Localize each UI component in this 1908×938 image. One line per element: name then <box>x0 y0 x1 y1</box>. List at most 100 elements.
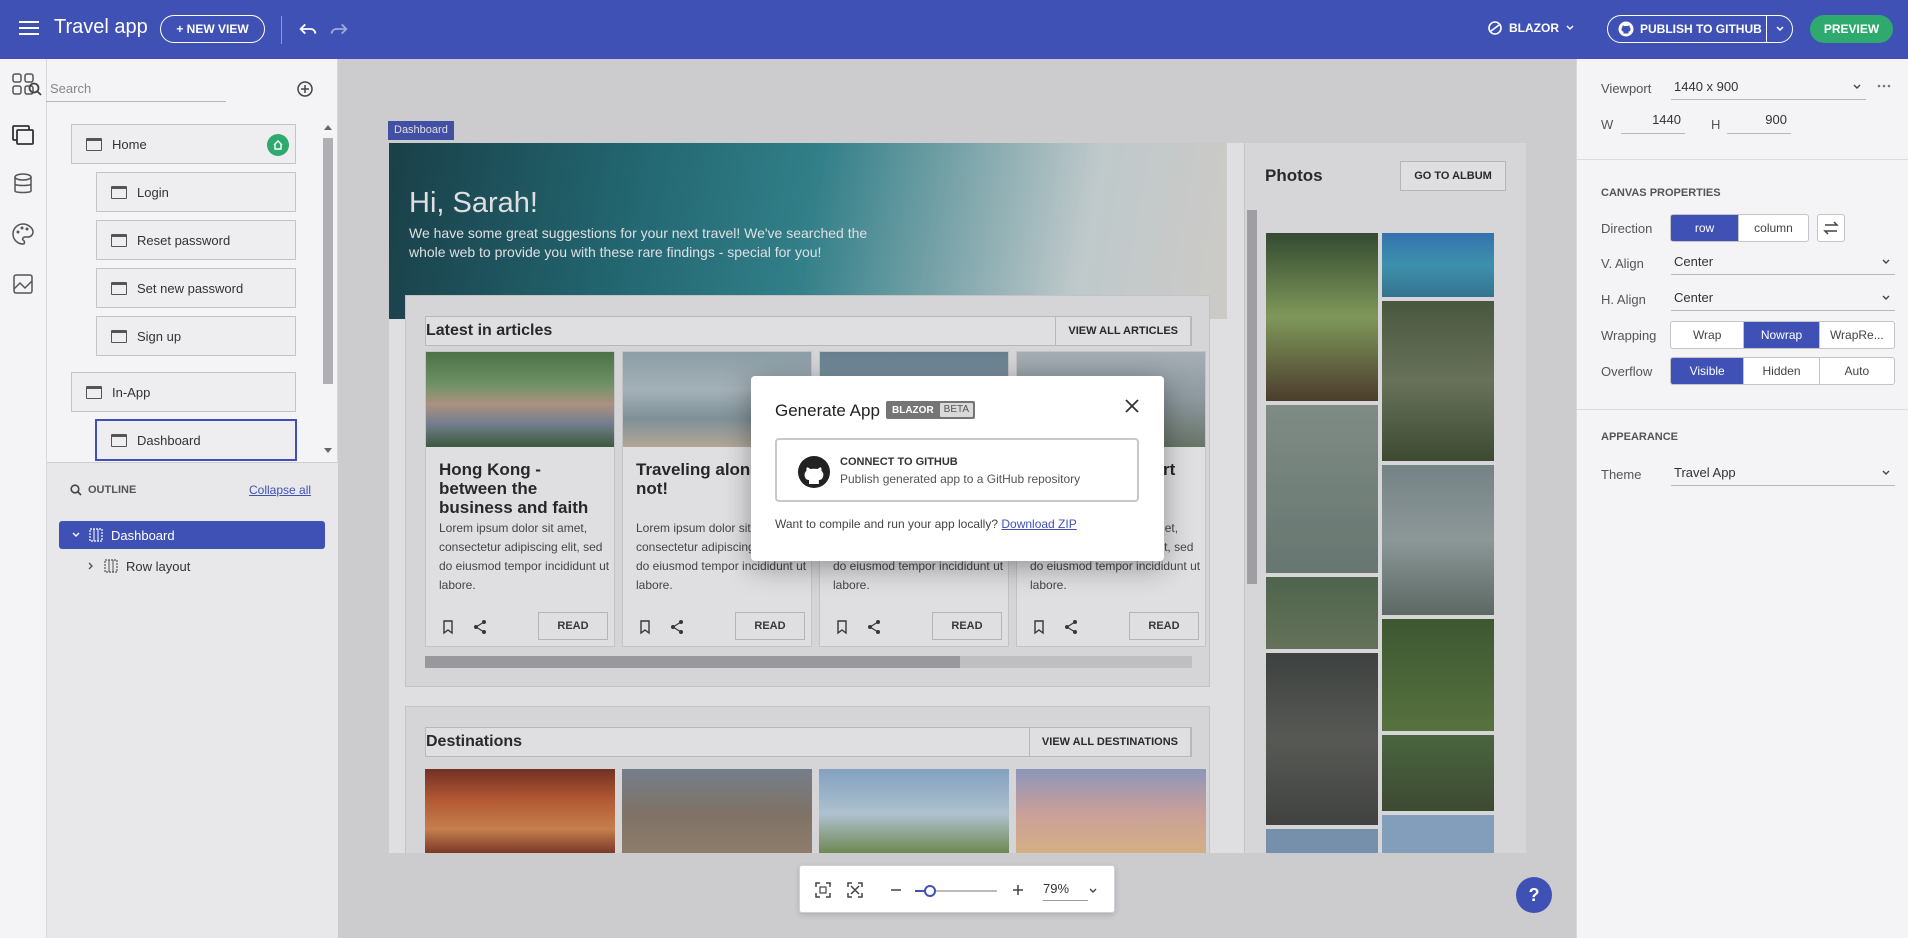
assets-icon[interactable] <box>10 271 36 297</box>
publish-button-group: PUBLISH TO GITHUB <box>1607 15 1793 43</box>
photo-tile[interactable] <box>1382 233 1494 297</box>
preview-button[interactable]: PREVIEW <box>1810 15 1893 43</box>
more-icon[interactable] <box>1876 83 1892 89</box>
destination-image[interactable] <box>819 769 1009 853</box>
view-all-articles-button[interactable]: VIEW ALL ARTICLES <box>1055 316 1191 346</box>
expand-icon[interactable] <box>845 880 865 900</box>
overflow-hidden-option[interactable]: Hidden <box>1744 358 1820 384</box>
github-icon <box>1618 21 1634 37</box>
publish-dropdown-button[interactable] <box>1766 16 1792 42</box>
page-item-set-new-password[interactable]: Set new password <box>96 268 296 308</box>
close-icon[interactable] <box>1121 395 1143 417</box>
connect-to-github-option[interactable]: CONNECT TO GITHUB Publish generated app … <box>775 438 1139 502</box>
pages-icon[interactable] <box>10 121 36 147</box>
page-item-label: Reset password <box>137 232 231 248</box>
redo-icon[interactable] <box>328 18 350 40</box>
share-icon[interactable] <box>472 619 488 635</box>
photo-tile[interactable] <box>1382 619 1494 731</box>
chevron-down-icon <box>1882 295 1890 300</box>
overflow-auto-option[interactable]: Auto <box>1820 358 1894 384</box>
outline-item-row-layout[interactable]: Row layout <box>86 553 190 579</box>
chevron-right-icon[interactable] <box>86 561 96 571</box>
nowrap-option[interactable]: Nowrap <box>1744 322 1820 348</box>
view-all-destinations-button[interactable]: VIEW ALL DESTINATIONS <box>1028 727 1191 757</box>
valign-select[interactable]: Center <box>1671 251 1895 275</box>
pages-scrollbar[interactable] <box>322 122 334 456</box>
swap-direction-button[interactable] <box>1817 214 1845 242</box>
destination-image[interactable] <box>622 769 812 853</box>
articles-scrollbar[interactable] <box>425 656 1192 668</box>
overflow-visible-option[interactable]: Visible <box>1671 358 1745 384</box>
photo-tile[interactable] <box>1266 577 1378 649</box>
bookmark-icon[interactable] <box>834 619 850 635</box>
page-item-login[interactable]: Login <box>96 172 296 212</box>
page-item-sign-up[interactable]: Sign up <box>96 316 296 356</box>
menu-icon[interactable] <box>17 17 41 41</box>
chevron-down-icon[interactable] <box>71 530 81 540</box>
width-input[interactable]: 1440 <box>1621 112 1685 134</box>
photo-tile[interactable] <box>1266 405 1378 573</box>
canvas-properties-heading: CANVAS PROPERTIES <box>1601 187 1721 199</box>
destination-image[interactable] <box>1016 769 1206 853</box>
direction-row-option[interactable]: row <box>1671 215 1740 241</box>
photo-tile[interactable] <box>1266 653 1378 825</box>
destinations-section: Destinations VIEW ALL DESTINATIONS <box>405 706 1210 853</box>
go-to-album-button[interactable]: GO TO ALBUM <box>1400 161 1506 191</box>
wrap-option[interactable]: Wrap <box>1671 322 1745 348</box>
photo-tile[interactable] <box>1382 301 1494 461</box>
chevron-down-icon <box>1566 25 1574 31</box>
outline-item-dashboard[interactable]: Dashboard <box>59 521 325 549</box>
framework-label: BLAZOR <box>1509 21 1559 35</box>
read-button[interactable]: READ <box>538 612 608 640</box>
bookmark-icon[interactable] <box>1031 619 1047 635</box>
page-item-home[interactable]: Home <box>71 124 296 164</box>
theme-select[interactable]: Travel App <box>1671 462 1895 486</box>
photo-tile[interactable] <box>1382 465 1494 615</box>
photos-scrollbar[interactable] <box>1247 210 1257 584</box>
page-item-in-app[interactable]: In-App <box>71 372 296 412</box>
new-view-button[interactable]: + NEW VIEW <box>160 15 265 43</box>
hero-banner: Hi, Sarah! We have some great suggestion… <box>389 143 1227 319</box>
photo-tile[interactable] <box>1382 735 1494 811</box>
undo-icon[interactable] <box>297 18 319 40</box>
read-button[interactable]: READ <box>932 612 1002 640</box>
fit-to-screen-icon[interactable] <box>813 880 833 900</box>
wrap-reverse-option[interactable]: WrapRe... <box>1820 322 1894 348</box>
destination-image[interactable] <box>425 769 615 853</box>
zoom-slider-handle[interactable] <box>924 885 936 897</box>
zoom-level-select[interactable]: 79% <box>1043 881 1097 901</box>
bookmark-icon[interactable] <box>440 619 456 635</box>
publish-to-github-button[interactable]: PUBLISH TO GITHUB <box>1608 16 1766 42</box>
direction-column-option[interactable]: column <box>1739 215 1808 241</box>
read-button[interactable]: READ <box>735 612 805 640</box>
photo-tile[interactable] <box>1382 815 1494 853</box>
download-zip-link[interactable]: Download ZIP <box>1001 517 1076 531</box>
viewport-select[interactable]: 1440 x 900 <box>1671 76 1866 100</box>
search-icon[interactable] <box>70 484 82 496</box>
page-item-reset-password[interactable]: Reset password <box>96 220 296 260</box>
read-button[interactable]: READ <box>1129 612 1199 640</box>
share-icon[interactable] <box>669 619 685 635</box>
share-icon[interactable] <box>1063 619 1079 635</box>
height-input[interactable]: 900 <box>1727 112 1791 134</box>
collapse-all-link[interactable]: Collapse all <box>249 483 311 497</box>
share-icon[interactable] <box>866 619 882 635</box>
zoom-toolbar: 79% <box>799 865 1115 913</box>
add-page-icon[interactable] <box>296 80 314 98</box>
page-item-label: Set new password <box>137 280 244 296</box>
page-item-dashboard[interactable]: Dashboard <box>95 419 297 461</box>
data-icon[interactable] <box>10 171 36 197</box>
palette-icon[interactable] <box>10 221 36 247</box>
framework-selector[interactable]: BLAZOR <box>1487 20 1575 36</box>
article-card[interactable]: Hong Kong - between the business and fai… <box>425 351 615 647</box>
layout-icon <box>104 559 118 573</box>
photo-tile[interactable] <box>1266 829 1378 853</box>
zoom-out-icon[interactable] <box>886 880 906 900</box>
photo-tile[interactable] <box>1266 233 1378 401</box>
halign-select[interactable]: Center <box>1671 287 1895 311</box>
search-input[interactable] <box>46 76 226 102</box>
bookmark-icon[interactable] <box>637 619 653 635</box>
help-button[interactable]: ? <box>1516 877 1552 913</box>
zoom-in-icon[interactable] <box>1008 880 1028 900</box>
divider <box>1577 159 1908 160</box>
